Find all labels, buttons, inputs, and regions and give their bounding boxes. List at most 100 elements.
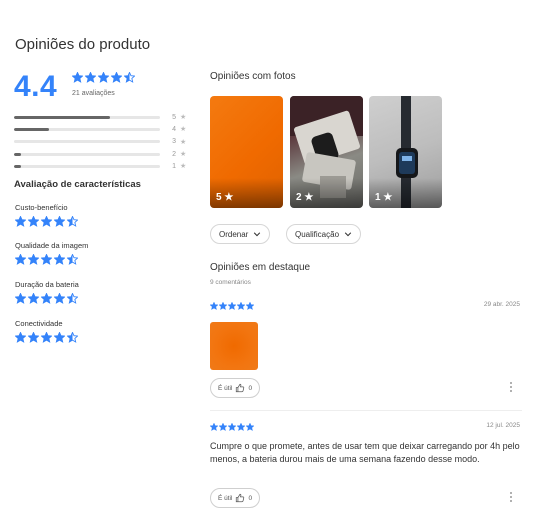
chevron-down-icon (344, 232, 352, 237)
half-star-icon (124, 72, 135, 83)
star-icon (85, 72, 96, 83)
star-icon (246, 423, 254, 431)
characteristic-label: Qualidade da imagem (15, 241, 89, 250)
star-icon (111, 72, 122, 83)
comments-count: 9 comentários (210, 279, 251, 286)
half-star-icon (67, 254, 78, 265)
characteristic-label: Custo-benefício (15, 203, 68, 212)
distribution-fill (14, 152, 22, 156)
distribution-fill (14, 164, 22, 168)
useful-count: 0 (248, 494, 253, 502)
distribution-fill (14, 127, 50, 131)
distribution-label: 2 (172, 150, 176, 158)
star-icon (54, 216, 65, 227)
half-star-icon (67, 332, 78, 343)
star-icon (15, 332, 26, 343)
characteristic-item: Conectividade (15, 319, 78, 343)
review-photo[interactable]: 2 ★ (290, 96, 363, 208)
thumbs-up-icon (236, 383, 245, 393)
star-icon (228, 302, 236, 310)
star-icon (210, 302, 218, 310)
review-photo[interactable]: 5 ★ (210, 96, 283, 208)
review-text: Cumpre o que promete, antes de usar tem … (210, 441, 520, 464)
star-icon (54, 254, 65, 265)
distribution-fill (14, 115, 111, 119)
distribution-track (14, 127, 160, 131)
distribution-row[interactable]: 5 ★ (14, 111, 189, 123)
kebab-menu-icon[interactable] (509, 382, 513, 392)
distribution-row[interactable]: 2 ★ (14, 148, 189, 160)
characteristic-stars (15, 254, 88, 265)
chevron-down-icon (254, 232, 261, 237)
distribution-label: 1 (172, 162, 176, 170)
characteristic-item: Custo-benefício (15, 203, 78, 227)
characteristic-item: Qualidade da imagem (15, 241, 88, 265)
half-star-icon (67, 216, 78, 227)
star-icon (219, 302, 227, 310)
distribution-row[interactable]: 4 ★ (14, 123, 189, 135)
star-icon (41, 332, 52, 343)
characteristic-item: Duração da bateria (15, 280, 79, 304)
distribution-label: 4 (172, 125, 176, 133)
page-title: Opiniões do produto (15, 36, 151, 53)
rating-filter-button[interactable]: Qualificação (286, 224, 362, 244)
useful-button[interactable]: É útil 0 (210, 488, 261, 508)
star-icon (15, 254, 26, 265)
distribution-track (14, 140, 160, 144)
star-icon (41, 293, 52, 304)
sort-button[interactable]: Ordenar (210, 224, 271, 244)
kebab-menu-icon[interactable] (509, 492, 513, 502)
star-icon (246, 302, 254, 310)
star-icon: ★ (180, 126, 187, 134)
distribution-label: 3 (172, 138, 176, 146)
characteristics-title: Avaliação de características (14, 179, 141, 190)
review-divider (210, 410, 522, 411)
characteristic-stars (15, 293, 79, 304)
photo-rating-label: 5 ★ (216, 192, 234, 203)
star-icon (15, 216, 26, 227)
review-photo[interactable]: 1 ★ (369, 96, 442, 208)
star-icon (54, 293, 65, 304)
review-stars (210, 423, 254, 431)
star-icon (237, 302, 245, 310)
star-icon (28, 254, 39, 265)
distribution-label: 5 (172, 113, 176, 121)
star-icon (219, 423, 227, 431)
characteristic-stars (15, 216, 78, 227)
distribution-row[interactable]: 3 ★ (14, 136, 189, 148)
star-icon (28, 216, 39, 227)
photo-rating-label: 1 ★ (375, 192, 393, 203)
photo-rating-label: 2 ★ (296, 192, 314, 203)
average-rating: 4.4 (14, 70, 58, 103)
star-icon (41, 254, 52, 265)
distribution-row[interactable]: 1 ★ (14, 160, 189, 172)
distribution-track (14, 152, 160, 156)
star-icon: ★ (180, 163, 187, 171)
photos-section-title: Opiniões com fotos (210, 71, 296, 82)
review-attached-photo[interactable] (210, 322, 258, 370)
review-count: 21 avaliações (72, 90, 115, 97)
characteristic-label: Conectividade (15, 319, 63, 328)
star-icon: ★ (180, 138, 187, 146)
star-icon (72, 72, 83, 83)
half-star-icon (67, 293, 78, 304)
star-icon (98, 72, 109, 83)
distribution-track (14, 164, 160, 168)
star-icon (237, 423, 245, 431)
star-icon (15, 293, 26, 304)
useful-label: É útil (218, 494, 233, 502)
star-icon (54, 332, 65, 343)
star-icon: ★ (180, 151, 187, 159)
star-icon (28, 332, 39, 343)
sort-label: Ordenar (219, 229, 249, 239)
star-icon (210, 423, 218, 431)
rating-filter-label: Qualificação (295, 229, 340, 239)
useful-label: É útil (218, 384, 233, 392)
useful-count: 0 (248, 384, 253, 392)
review-stars (210, 302, 254, 310)
characteristic-stars (15, 332, 78, 343)
thumbs-up-icon (236, 493, 245, 503)
star-icon (228, 423, 236, 431)
review-date: 12 jul. 2025 (486, 422, 520, 429)
useful-button[interactable]: É útil 0 (210, 378, 261, 398)
